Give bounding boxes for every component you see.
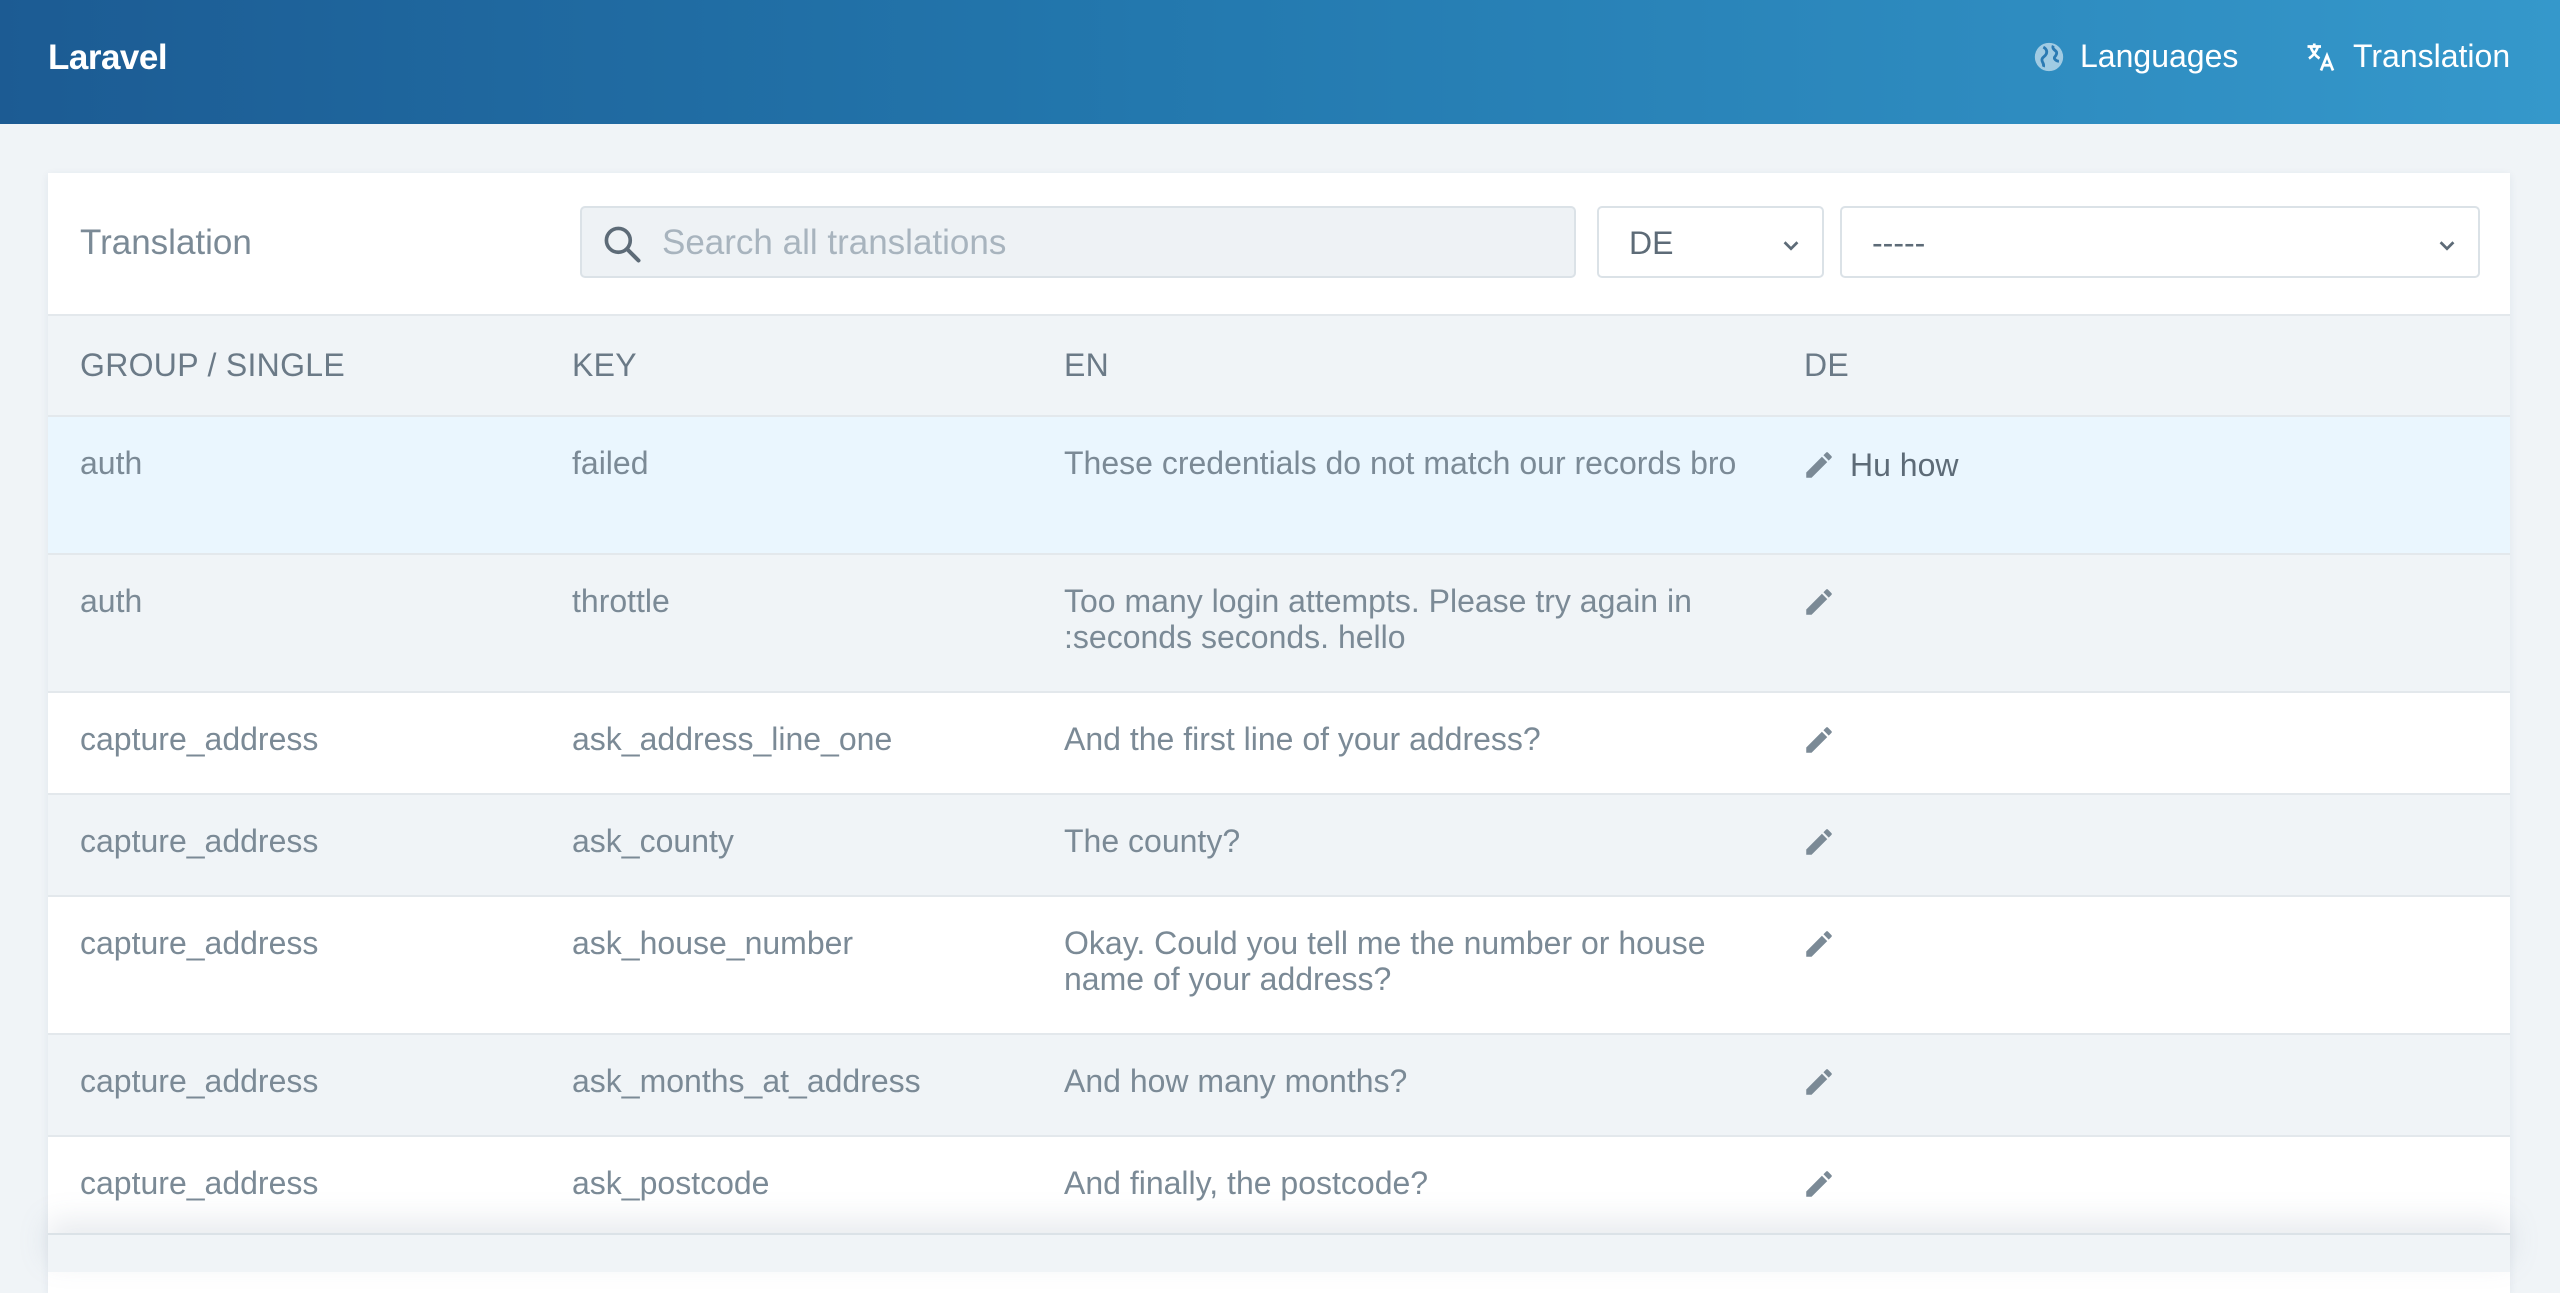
globe-icon <box>2034 42 2064 71</box>
table-row: capture_address ask_house_number Okay. C… <box>48 897 2510 1035</box>
group-select-value: ----- <box>1872 225 1926 261</box>
table-body: auth failed These credentials do not mat… <box>48 417 2510 1239</box>
nav-translation-label: Translation <box>2353 38 2511 74</box>
group-select[interactable]: ----- <box>1840 206 2480 278</box>
key-cell: ask_house_number <box>572 925 854 961</box>
pencil-icon <box>1806 727 1832 753</box>
key-cell: ask_postcode <box>572 1165 770 1201</box>
table-row: capture_address ask_address_line_one And… <box>48 693 2510 795</box>
nav-languages-link[interactable]: Languages <box>2032 38 2238 75</box>
pencil-icon <box>1806 1171 1832 1197</box>
nav-translation-link[interactable]: Translation <box>2303 38 2510 75</box>
pencil-icon <box>1806 1069 1832 1095</box>
table-row: auth failed These credentials do not mat… <box>48 417 2510 555</box>
en-cell: Okay. Could you tell me the number or ho… <box>1064 925 1706 997</box>
card-title: Translation <box>80 223 252 262</box>
de-cell-value: Hu how <box>1850 447 1959 483</box>
en-cell: And finally, the postcode? <box>1064 1165 1429 1201</box>
translate-icon <box>2307 43 2335 71</box>
key-cell: throttle <box>572 583 670 619</box>
column-header-group: GROUP / SINGLE <box>80 347 346 383</box>
language-select-value: DE <box>1629 225 1674 261</box>
column-header-en: EN <box>1064 347 1110 383</box>
nav-languages-label: Languages <box>2080 38 2239 74</box>
language-select[interactable]: DE <box>1597 206 1824 278</box>
table-row: auth throttle Too many login attempts. P… <box>48 555 2510 693</box>
group-cell: auth <box>80 445 143 481</box>
de-translation-edit[interactable] <box>1802 1167 1850 1201</box>
en-cell: Too many login attempts. Please try agai… <box>1064 583 1692 655</box>
key-cell: ask_months_at_address <box>572 1063 921 1099</box>
brand-logo[interactable]: Laravel <box>48 38 168 78</box>
group-cell: capture_address <box>80 1165 319 1201</box>
top-navbar: Laravel Languages Translation <box>0 0 2560 124</box>
table-header: GROUP / SINGLE KEY EN DE <box>48 316 2510 417</box>
de-translation-edit[interactable]: Hu how <box>1802 447 1959 483</box>
column-header-de: DE <box>1804 347 1850 383</box>
group-cell: auth <box>80 583 143 619</box>
en-cell: The county? <box>1064 823 1241 859</box>
translations-card: Translation DE ----- GROUP / SINGLE KEY … <box>48 173 2510 1293</box>
search-input[interactable] <box>660 216 1544 270</box>
en-cell: And the first line of your address? <box>1064 721 1541 757</box>
key-cell: ask_county <box>572 823 734 859</box>
pencil-icon <box>1806 931 1832 957</box>
de-translation-edit[interactable] <box>1802 825 1850 859</box>
group-cell: capture_address <box>80 823 319 859</box>
search-box[interactable] <box>580 206 1576 278</box>
group-cell: capture_address <box>80 925 319 961</box>
en-cell: These credentials do not match our recor… <box>1064 445 1737 481</box>
chevron-down-icon <box>2439 241 2455 251</box>
de-translation-edit[interactable] <box>1802 723 1850 757</box>
pencil-icon <box>1806 452 1832 478</box>
de-translation-edit[interactable] <box>1802 1065 1850 1099</box>
column-header-key: KEY <box>572 347 637 383</box>
table-bottom-edge <box>48 1233 2510 1272</box>
en-cell: And how many months? <box>1064 1063 1408 1099</box>
pencil-icon <box>1806 589 1832 615</box>
group-cell: capture_address <box>80 721 319 757</box>
de-translation-edit[interactable] <box>1802 585 1850 619</box>
pencil-icon <box>1806 829 1832 855</box>
chevron-down-icon <box>1783 241 1799 251</box>
de-translation-edit[interactable] <box>1802 927 1850 961</box>
group-cell: capture_address <box>80 1063 319 1099</box>
table-row: capture_address ask_postcode And finally… <box>48 1137 2510 1239</box>
table-row: capture_address ask_months_at_address An… <box>48 1035 2510 1137</box>
key-cell: failed <box>572 445 649 481</box>
key-cell: ask_address_line_one <box>572 721 893 757</box>
table-row: capture_address ask_county The county? <box>48 795 2510 897</box>
card-header: Translation DE ----- <box>48 173 2510 316</box>
search-icon <box>604 226 641 263</box>
